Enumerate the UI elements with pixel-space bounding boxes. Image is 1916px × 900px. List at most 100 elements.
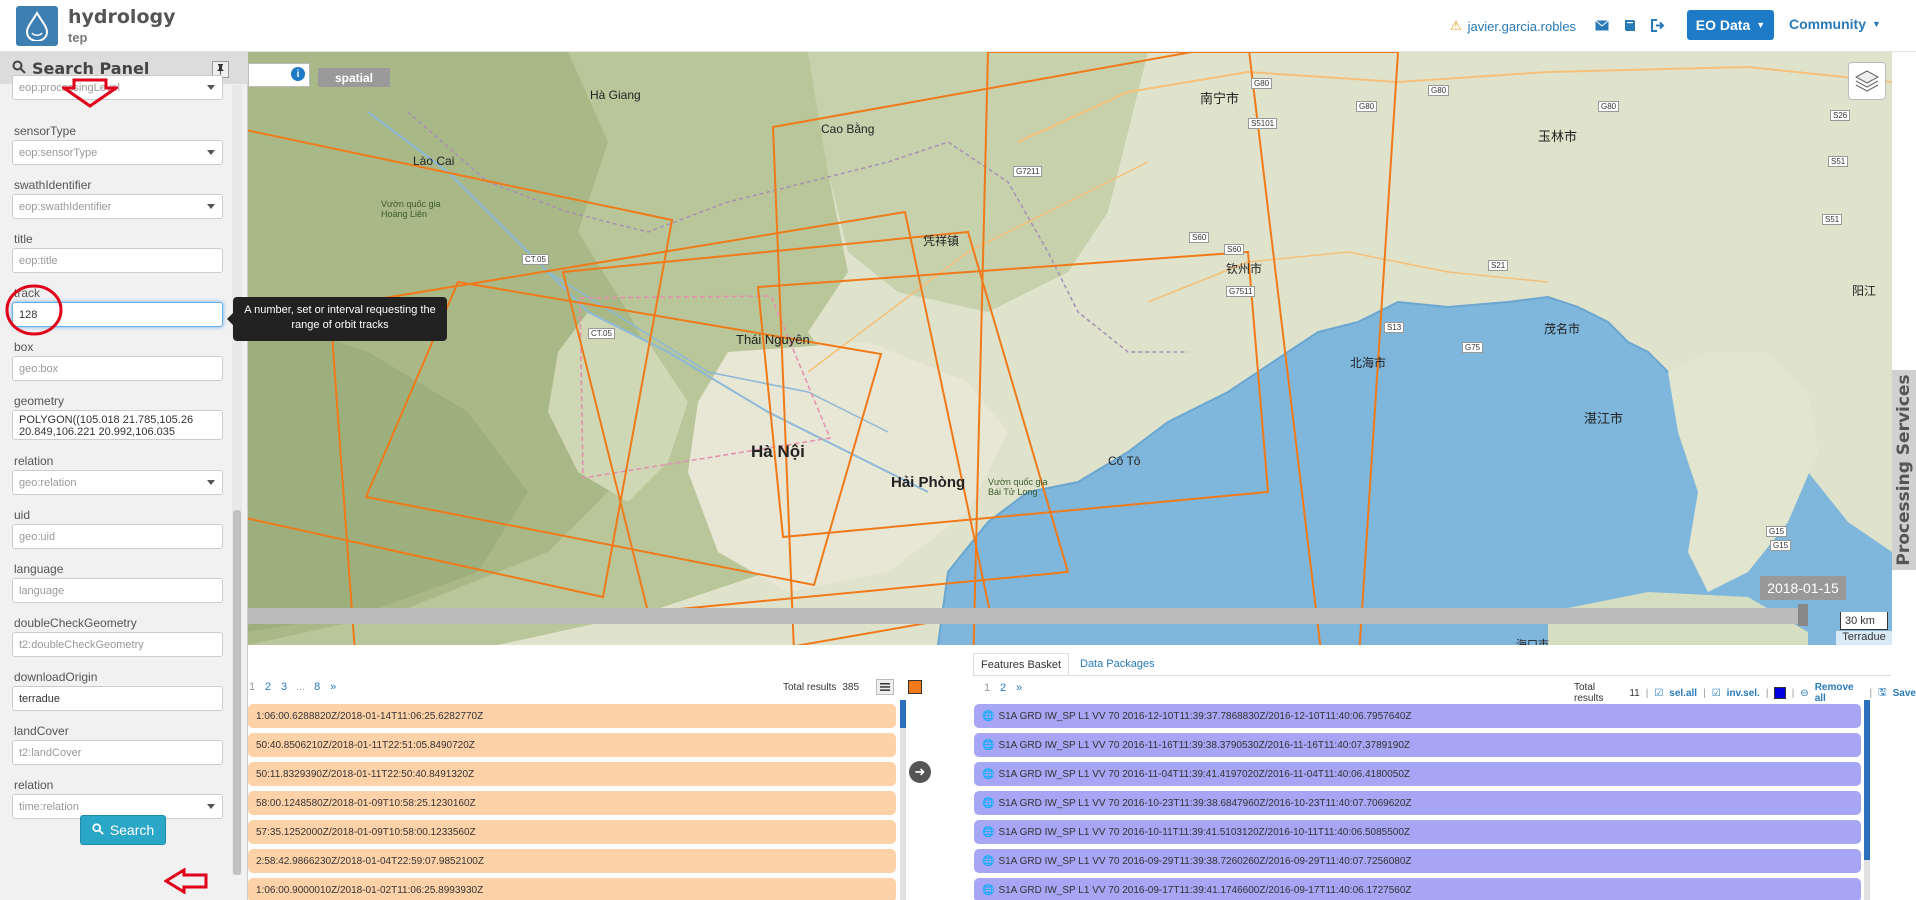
download-origin-input[interactable]: terradue <box>12 686 223 711</box>
page-link[interactable]: 1 <box>980 680 994 696</box>
total-value: 385 <box>842 682 860 693</box>
save-link[interactable]: Save <box>1893 688 1916 699</box>
basket-row[interactable]: 🌐 S1A GRD IW_SP L1 VV 70 2016-11-04T11:39… <box>974 762 1861 786</box>
timeline-handle[interactable] <box>1798 604 1808 626</box>
panel-scrollbar-thumb[interactable] <box>233 510 241 875</box>
basket-row[interactable]: 🌐 S1A GRD IW_SP L1 VV 70 2016-12-10T11:39… <box>974 704 1861 728</box>
road-shield: G75 <box>1462 342 1484 353</box>
road-shield: G80 <box>1356 101 1378 112</box>
community-dropdown[interactable]: Community ▼ <box>1789 16 1881 32</box>
results-scrollbar[interactable] <box>900 700 906 900</box>
result-row[interactable]: 1:06:00.9000010Z/2018-01-02T11:06:25.899… <box>248 878 896 900</box>
track-input[interactable]: 128 <box>12 302 223 327</box>
search-button[interactable]: Search <box>80 815 166 845</box>
result-row[interactable]: 2:58:42.9866230Z/2018-01-04T22:59:07.985… <box>248 849 896 873</box>
invert-selection-link[interactable]: inv.sel. <box>1727 688 1760 699</box>
results-pagination[interactable]: 1 2 3 ... 8 » <box>245 679 340 695</box>
field-label: language <box>14 562 64 576</box>
basket-row[interactable]: 🌐 S1A GRD IW_SP L1 VV 70 2016-09-17T11:39… <box>974 878 1861 900</box>
basket-pagination[interactable]: 1 2 » <box>980 680 1026 696</box>
geometry-textarea[interactable]: POLYGON((105.018 21.785,105.26 20.849,10… <box>12 410 223 440</box>
map-label: Hải Phòng <box>891 474 966 491</box>
field-placeholder: time:relation <box>19 800 79 813</box>
land-cover-input[interactable]: t2:landCover <box>12 740 223 765</box>
processing-services-label[interactable]: Processing Services <box>1892 370 1916 570</box>
sign-out-icon[interactable] <box>1650 17 1666 33</box>
swath-identifier-select[interactable]: eop:swathIdentifier <box>12 194 223 219</box>
list-view-icon[interactable] <box>876 679 894 695</box>
basket-row-text: S1A GRD IW_SP L1 VV 70 2016-10-11T11:39:… <box>998 826 1411 838</box>
timeline-bar[interactable] <box>248 608 1806 624</box>
basket-row[interactable]: 🌐 S1A GRD IW_SP L1 VV 70 2016-10-23T11:39… <box>974 791 1861 815</box>
result-row[interactable]: 1:06:00.6288820Z/2018-01-14T11:06:25.628… <box>248 704 896 728</box>
double-check-geometry-input[interactable]: t2:doubleCheckGeometry <box>12 632 223 657</box>
uid-input[interactable]: geo:uid <box>12 524 223 549</box>
globe-icon: 🌐 <box>982 855 995 867</box>
color-swatch-icon[interactable] <box>1774 687 1786 699</box>
page-link[interactable]: » <box>326 679 340 695</box>
book-icon[interactable] <box>1622 17 1638 33</box>
road-shield: G80 <box>1251 78 1273 89</box>
result-row[interactable]: 58:00.1248580Z/2018-01-09T10:58:25.12301… <box>248 791 896 815</box>
result-row[interactable]: 50:40.8506210Z/2018-01-11T22:51:05.84907… <box>248 733 896 757</box>
results-scrollbar-thumb[interactable] <box>900 700 906 728</box>
color-swatch-icon[interactable] <box>908 680 922 694</box>
caret-down-icon: ▼ <box>1756 20 1766 30</box>
road-shield: S21 <box>1488 260 1509 271</box>
page-link: ... <box>296 681 306 693</box>
map-view[interactable]: Hà Giang Cao Bằng Lào Cai Thái Nguyên Hà… <box>248 52 1892 645</box>
layers-icon[interactable] <box>1848 62 1886 100</box>
field-label: track <box>14 286 41 300</box>
field-placeholder: geo:relation <box>19 476 77 489</box>
field-label: geometry <box>14 394 65 408</box>
spatial-tab[interactable]: spatial <box>318 68 390 87</box>
separator: | <box>1869 687 1873 699</box>
page-link[interactable]: 8 <box>310 679 324 695</box>
select-all-link[interactable]: sel.all <box>1669 688 1697 699</box>
result-row[interactable]: 57:35.1252000Z/2018-01-09T10:58:00.12335… <box>248 820 896 844</box>
box-input[interactable]: geo:box <box>12 356 223 381</box>
road-shield: G7211 <box>1013 166 1043 177</box>
search-icon <box>92 822 104 838</box>
processing-level-select[interactable]: eop:processingLevel <box>12 75 223 100</box>
title-input[interactable]: eop:title <box>12 248 223 273</box>
field-label: relation <box>14 778 54 792</box>
basket-row[interactable]: 🌐 S1A GRD IW_SP L1 VV 70 2016-10-11T11:39… <box>974 820 1861 844</box>
separator: | <box>1765 687 1769 699</box>
road-shield: S26 <box>1830 110 1851 121</box>
sensor-type-select[interactable]: eop:sensorType <box>12 140 223 165</box>
page-link[interactable]: 2 <box>996 680 1010 696</box>
map-label: Cô Tô <box>1108 454 1141 468</box>
username[interactable]: javier.garcia.robles <box>1468 19 1576 34</box>
tab-data-packages[interactable]: Data Packages <box>1073 653 1162 675</box>
field-label: uid <box>14 508 31 522</box>
language-input[interactable]: language <box>12 578 223 603</box>
page-link[interactable]: 3 <box>277 679 291 695</box>
eo-data-dropdown[interactable]: EO Data ▼ <box>1687 10 1774 40</box>
globe-icon: 🌐 <box>982 797 995 809</box>
result-row[interactable]: 50:11.8329390Z/2018-01-11T22:50:40.84913… <box>248 762 896 786</box>
geo-relation-select[interactable]: geo:relation <box>12 470 223 495</box>
info-icon[interactable]: i <box>291 67 305 81</box>
globe-icon: 🌐 <box>982 826 995 838</box>
mail-icon[interactable] <box>1594 17 1610 33</box>
eo-data-label: EO Data <box>1695 17 1751 33</box>
arrow-right-icon[interactable]: ➜ <box>909 761 931 783</box>
basket-row[interactable]: 🌐 S1A GRD IW_SP L1 VV 70 2016-11-16T11:39… <box>974 733 1861 757</box>
basket-row-text: S1A GRD IW_SP L1 VV 70 2016-09-29T11:39:… <box>998 855 1412 867</box>
remove-all-link[interactable]: Remove all <box>1815 682 1864 704</box>
basket-scrollbar-thumb[interactable] <box>1864 700 1870 860</box>
community-label: Community <box>1789 16 1866 32</box>
page-link[interactable]: » <box>1012 680 1026 696</box>
map-label: 北海市 <box>1350 356 1387 370</box>
tab-features-basket[interactable]: Features Basket <box>973 653 1070 675</box>
user-menu[interactable]: ⚠ javier.garcia.robles <box>1450 18 1576 34</box>
save-icon: 🖫 <box>1878 686 1887 698</box>
hydrology-logo[interactable] <box>16 6 58 46</box>
basket-row[interactable]: 🌐 S1A GRD IW_SP L1 VV 70 2016-09-29T11:39… <box>974 849 1861 873</box>
page-link[interactable]: 2 <box>261 679 275 695</box>
field-placeholder: t2:doubleCheckGeometry <box>19 638 144 651</box>
top-navbar: hydrology tep ⚠ javier.garcia.robles EO … <box>0 0 1916 52</box>
field-label: sensorType <box>14 124 77 138</box>
page-link[interactable]: 1 <box>245 679 259 695</box>
